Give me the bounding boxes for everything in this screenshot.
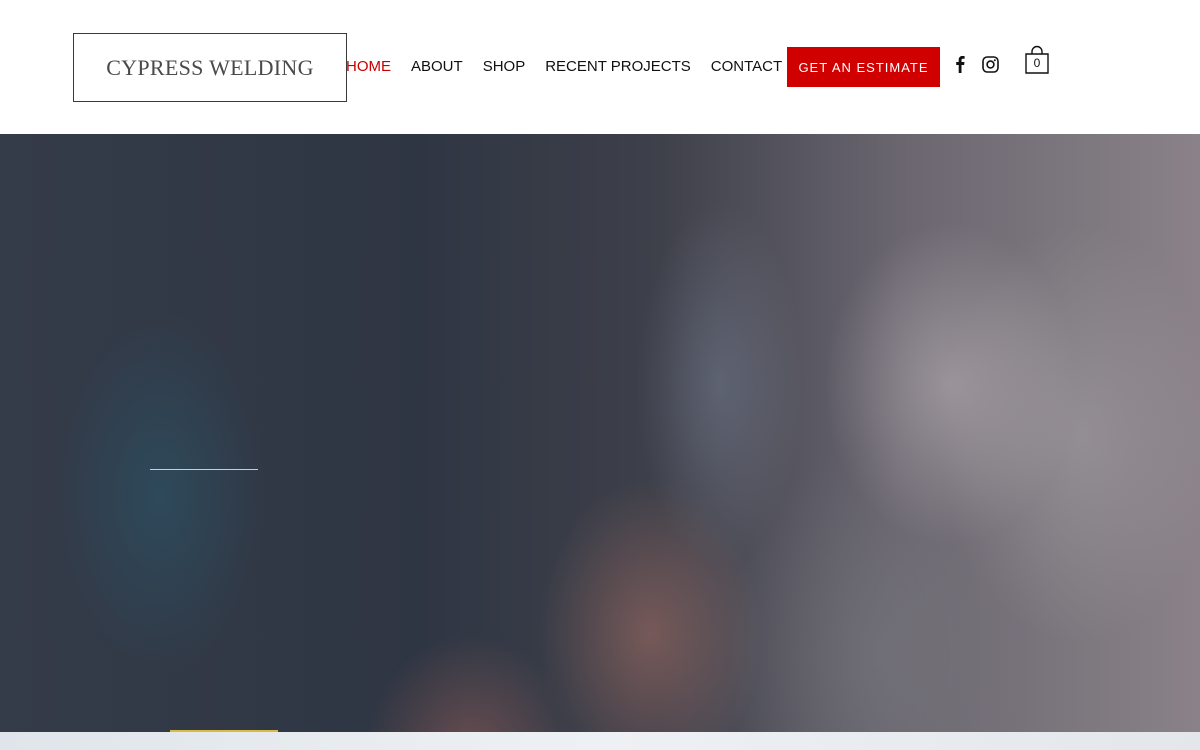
nav-recent-projects[interactable]: RECENT PROJECTS — [545, 58, 691, 76]
nav-home[interactable]: HOME — [346, 58, 391, 76]
hero-banner — [0, 134, 1200, 732]
site-header: CYPRESS WELDING HOME ABOUT SHOP RECENT P… — [0, 0, 1200, 134]
hero-divider — [150, 469, 258, 470]
site-logo[interactable]: CYPRESS WELDING — [73, 33, 347, 102]
cart-button[interactable]: 0 — [1024, 45, 1050, 75]
brand-name: CYPRESS WELDING — [106, 54, 314, 80]
nav-contact[interactable]: CONTACT — [711, 58, 782, 76]
nav-about[interactable]: ABOUT — [411, 58, 463, 76]
next-section-edge — [0, 732, 1200, 750]
cart-count: 0 — [1033, 56, 1041, 70]
nav-shop[interactable]: SHOP — [483, 58, 526, 76]
main-nav: HOME ABOUT SHOP RECENT PROJECTS CONTACT — [346, 58, 782, 76]
social-links — [951, 54, 999, 74]
instagram-icon[interactable] — [981, 54, 999, 74]
facebook-icon[interactable] — [951, 54, 969, 74]
get-estimate-button[interactable]: GET AN ESTIMATE — [787, 47, 940, 87]
